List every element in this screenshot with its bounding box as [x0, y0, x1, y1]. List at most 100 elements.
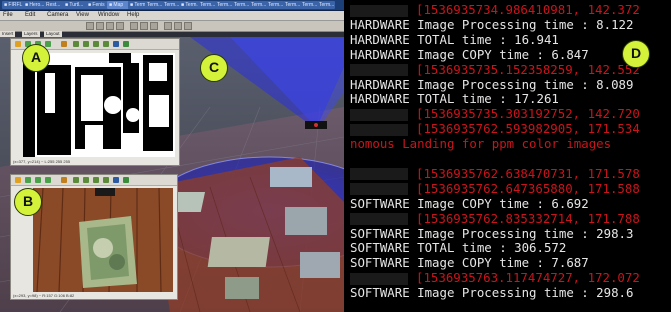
terminal-line: HARDWARE Image Processing time : 8.089 [350, 76, 634, 92]
taskbar-item[interactable]: Term... [215, 1, 233, 9]
menu-item-file[interactable]: File [3, 12, 13, 19]
taskbar-item[interactable]: ■ Turtl... [63, 1, 87, 9]
magnify-reset-icon[interactable] [103, 177, 109, 183]
terminal-line-text: [1536935734.986410981, 142.372 [416, 2, 640, 17]
magnify-plus-icon[interactable] [83, 41, 89, 47]
terminal-line: SOFTWARE TOTAL time : 306.572 [350, 240, 567, 256]
terminal-line-text: [1536935735.152358259, 142.552 [416, 61, 640, 77]
taskbar-item[interactable]: ■ Hero... [23, 1, 45, 9]
label-b: B [14, 188, 42, 216]
image-status-bar: (x=377, y=214) ~ L:255 255 255 [11, 158, 179, 165]
settings-icon[interactable] [123, 177, 129, 183]
screenshot-button[interactable] [184, 22, 192, 30]
magnify-plus-icon[interactable] [83, 177, 89, 183]
taskbar-item[interactable]: Term... [162, 1, 180, 9]
camera-window-toolbar [11, 175, 177, 186]
terminal-line: SOFTWARE Image COPY time : 7.687 [350, 255, 589, 271]
label-d: D [622, 40, 650, 68]
settings-icon[interactable] [123, 41, 129, 47]
menu-item-edit[interactable]: Edit [25, 12, 35, 19]
light-button[interactable] [164, 22, 172, 30]
terminal-highlight-block [350, 272, 408, 285]
move-tool-button[interactable] [96, 22, 104, 30]
sphere-shape-button[interactable] [140, 22, 148, 30]
magnify-minus-icon[interactable] [93, 41, 99, 47]
camera-image [33, 188, 173, 292]
terminal-line: [1536935762.647365880, 171.588 [344, 180, 640, 196]
magnify-minus-icon[interactable] [93, 177, 99, 183]
rotate-tool-button[interactable] [106, 22, 114, 30]
select-tool-button[interactable] [86, 22, 94, 30]
terminal-line: [1536935762.835332714, 171.788 [344, 210, 640, 226]
terminal-line-text: [1536935762.647365880, 171.588 [416, 180, 640, 196]
taskbar-item[interactable]: ■ FIRFL [2, 1, 24, 9]
zoom-in-icon[interactable] [25, 177, 31, 183]
scale-tool-button[interactable] [116, 22, 124, 30]
terminal-line: HARDWARE TOTAL time : 16.941 [350, 31, 559, 47]
taskbar-item[interactable]: Term... [232, 1, 250, 9]
terminal-line-text: [1536935762.638470731, 171.578 [416, 165, 640, 181]
magnify-icon[interactable] [73, 177, 79, 183]
terminal-line-text: [1536935735.303192752, 142.720 [416, 106, 640, 122]
pan-icon[interactable] [15, 41, 21, 47]
terminal-line: HARDWARE Image COPY time : 6.847 [350, 46, 589, 62]
magnify-icon[interactable] [73, 41, 79, 47]
zoom-out-icon[interactable] [35, 177, 41, 183]
menu-item-view[interactable]: View [76, 12, 89, 19]
menu-item-help[interactable]: Help [127, 12, 139, 19]
save-icon[interactable] [61, 41, 67, 47]
pan-icon[interactable] [15, 177, 21, 183]
taskbar-item[interactable]: Term... [317, 1, 335, 9]
terminal-line: [1536935762.593982905, 171.534 [344, 122, 640, 136]
terminal-line: [1536935734.986410981, 142.372 [344, 3, 640, 17]
save-icon[interactable] [61, 177, 67, 183]
terminal-highlight-block [350, 168, 408, 181]
taskbar-item[interactable]: ■ Term... [179, 1, 199, 9]
disk-icon[interactable] [113, 41, 119, 47]
menu-bar: File Edit Camera View Window Help [0, 11, 344, 21]
cylinder-shape-button[interactable] [150, 22, 158, 30]
taskbar-item[interactable]: ■ Map [107, 1, 129, 9]
terminal-line: HARDWARE TOTAL time : 17.261 [350, 91, 559, 107]
taskbar-item[interactable]: ■ Fenis [86, 1, 108, 9]
terminal-line: [1536935763.117474727, 172.072 [344, 271, 640, 285]
terminal-line-text: [1536935762.593982905, 171.534 [416, 121, 640, 137]
taskbar: ■ FIRFL ■ Hero... Rest... ■ Turtl... ■ Fenis… [0, 0, 344, 11]
terminal-line-text: [1536935763.117474727, 172.072 [416, 270, 640, 286]
taskbar-item[interactable]: Term... [145, 1, 163, 9]
terminal-line: [1536935735.303192752, 142.720 [344, 107, 640, 121]
magnify-reset-icon[interactable] [103, 41, 109, 47]
terminal-line: SOFTWARE Image COPY time : 6.692 [350, 195, 589, 211]
taskbar-item[interactable]: Term... [249, 1, 267, 9]
terminal-line: SOFTWARE Image Processing time : 298.6 [350, 285, 634, 301]
simulator-desktop: ■ FIRFL ■ Hero... Rest... ■ Turtl... ■ Fenis… [0, 0, 344, 312]
terminal-highlight-block [350, 213, 408, 226]
label-c: C [200, 54, 228, 82]
taskbar-item[interactable]: Term... [283, 1, 301, 9]
binary-image [23, 53, 175, 157]
terminal-highlight-block [350, 64, 408, 77]
disk-icon[interactable] [113, 177, 119, 183]
camera-button[interactable] [174, 22, 182, 30]
taskbar-item[interactable]: ■ Term... [128, 1, 146, 9]
terminal-window[interactable]: [1536935734.986410981, 142.372 HARDWARE I… [344, 0, 671, 312]
terminal-highlight-block [350, 108, 408, 121]
terminal-highlight-block [350, 183, 408, 196]
label-a: A [22, 44, 50, 72]
menu-item-window[interactable]: Window [98, 12, 119, 19]
terminal-highlight-block [350, 4, 408, 17]
taskbar-item[interactable]: Rest... [44, 1, 64, 9]
terminal-line: [1536935762.638470731, 171.578 [344, 165, 640, 181]
zoom-fit-icon[interactable] [45, 41, 51, 47]
zoom-fit-icon[interactable] [45, 177, 51, 183]
terminal-line: SOFTWARE Image Processing time : 298.3 [350, 225, 634, 241]
terminal-highlight-block [350, 123, 408, 136]
terminal-line: [1536935735.152358259, 142.552 [344, 61, 640, 77]
taskbar-item[interactable]: Term... [198, 1, 216, 9]
box-shape-button[interactable] [130, 22, 138, 30]
taskbar-item[interactable]: Term... [266, 1, 284, 9]
camera-status-bar: (x=293, y=98) ~ R:157 G:106 B:82 [11, 292, 177, 299]
terminal-line-text: [1536935762.835332714, 171.788 [416, 210, 640, 226]
menu-item-camera[interactable]: Camera [47, 12, 68, 19]
taskbar-item[interactable]: Term... [300, 1, 318, 9]
